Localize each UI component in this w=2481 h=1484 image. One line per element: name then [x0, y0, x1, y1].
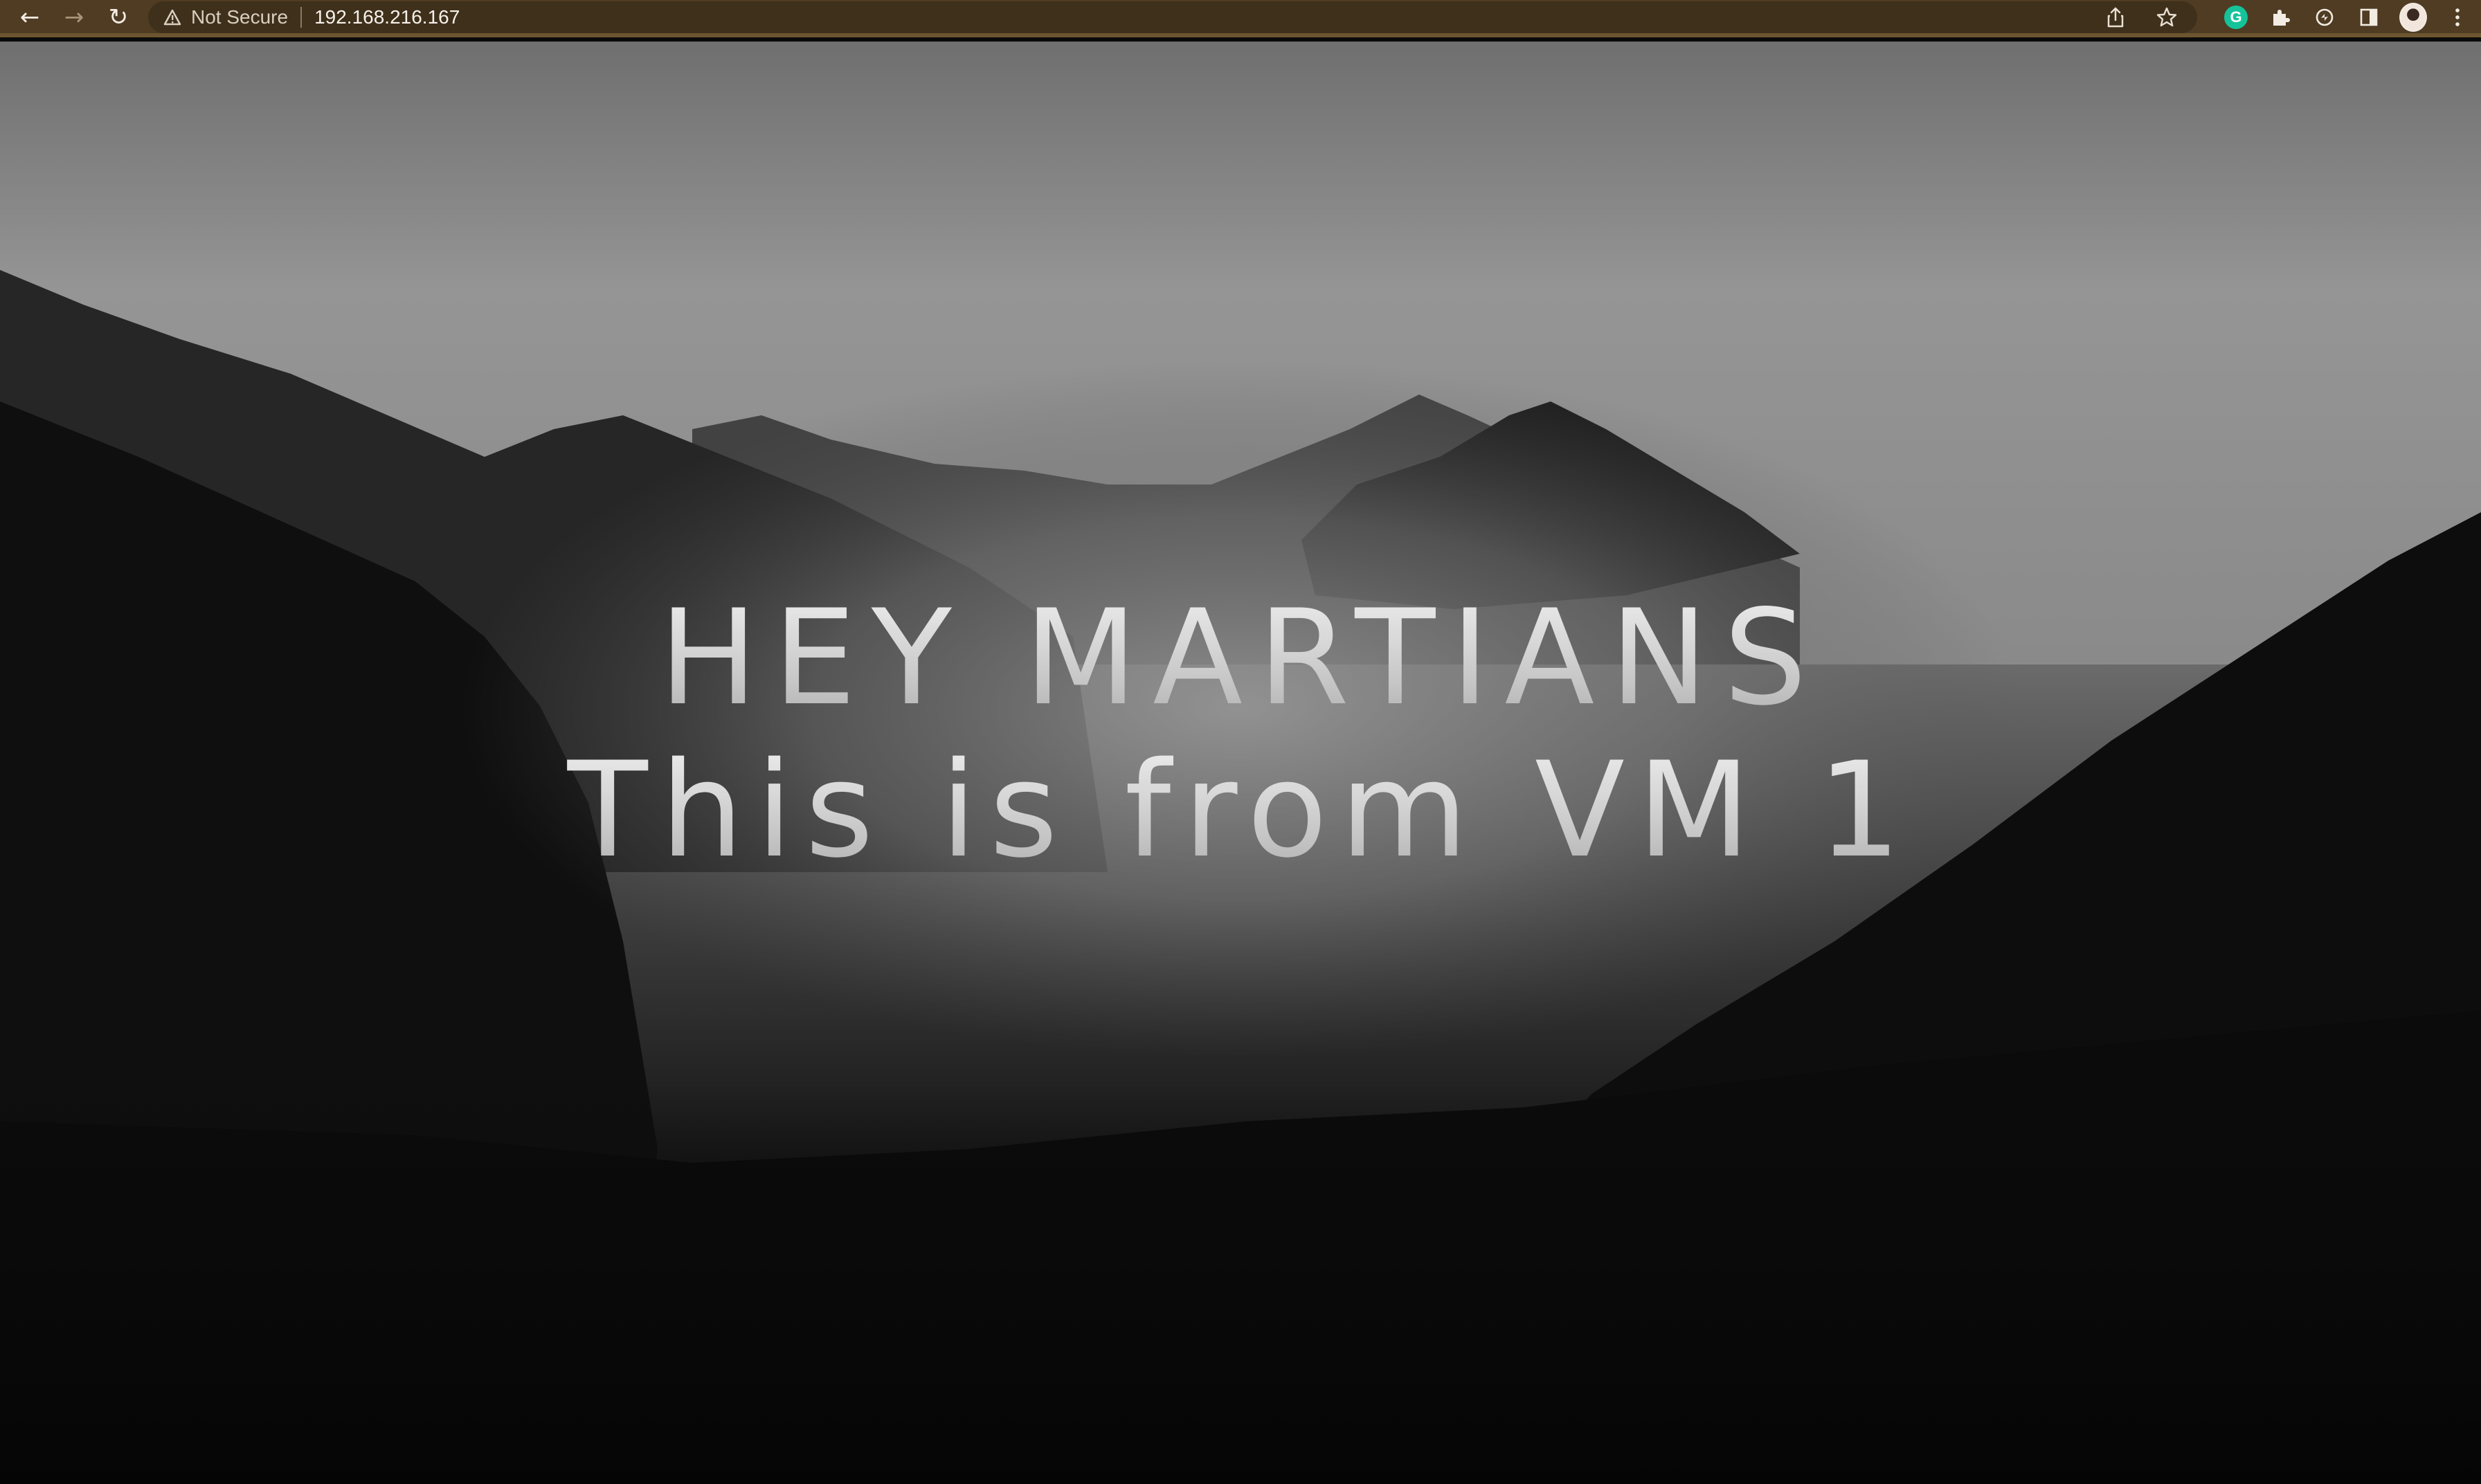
warning-icon[interactable]	[162, 7, 183, 28]
extensions-icon[interactable]	[2266, 3, 2294, 31]
star-icon[interactable]	[2153, 3, 2181, 31]
reload-icon: ↻	[108, 3, 129, 31]
grammarly-icon[interactable]: G	[2222, 3, 2250, 31]
hero-heading-line-1: HEY MARTIANS	[0, 581, 2481, 734]
share-icon[interactable]	[2102, 3, 2129, 31]
hero-section: HEY MARTIANS This is from VM 1	[0, 42, 2481, 1484]
arrow-right-icon: →	[64, 3, 84, 31]
profile-button[interactable]	[2399, 3, 2427, 32]
back-button[interactable]: ←	[12, 0, 47, 35]
avatar	[2399, 3, 2427, 32]
reload-button[interactable]: ↻	[101, 0, 136, 35]
menu-icon[interactable]	[2444, 3, 2471, 31]
forward-button[interactable]: →	[57, 0, 91, 35]
omnibox-divider	[300, 7, 303, 28]
url-text[interactable]: 192.168.216.167	[314, 6, 460, 28]
page-viewport: HEY MARTIANS This is from VM 1	[0, 42, 2481, 1484]
sync-icon[interactable]	[2311, 3, 2338, 31]
arrow-left-icon: ←	[19, 3, 40, 31]
hero-heading-line-2: This is from VM 1	[0, 734, 2481, 887]
side-panel-icon[interactable]	[2355, 3, 2383, 31]
security-status-label[interactable]: Not Secure	[191, 6, 288, 28]
browser-toolbar: ← → ↻ Not Secure 192.168.216.167 G	[0, 0, 2481, 37]
address-bar[interactable]: Not Secure 192.168.216.167	[148, 1, 2197, 33]
grammarly-badge: G	[2224, 6, 2248, 29]
